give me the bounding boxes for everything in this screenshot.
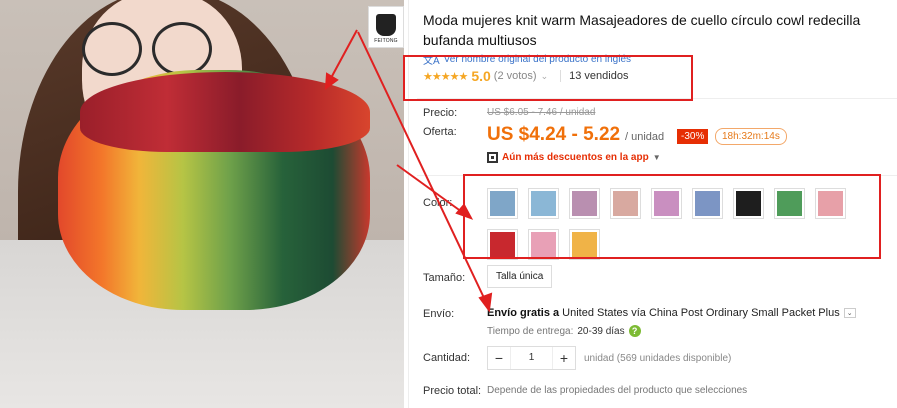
arrow-head-icon bbox=[455, 203, 474, 220]
arrow-head-icon bbox=[478, 292, 493, 313]
annotation-arrow-down-left bbox=[330, 29, 358, 79]
annotation-arrow-down-right bbox=[357, 31, 486, 301]
annotation-arrow-right bbox=[396, 164, 463, 213]
arrow-head-icon bbox=[324, 72, 339, 91]
annotation-arrows bbox=[324, 29, 493, 313]
